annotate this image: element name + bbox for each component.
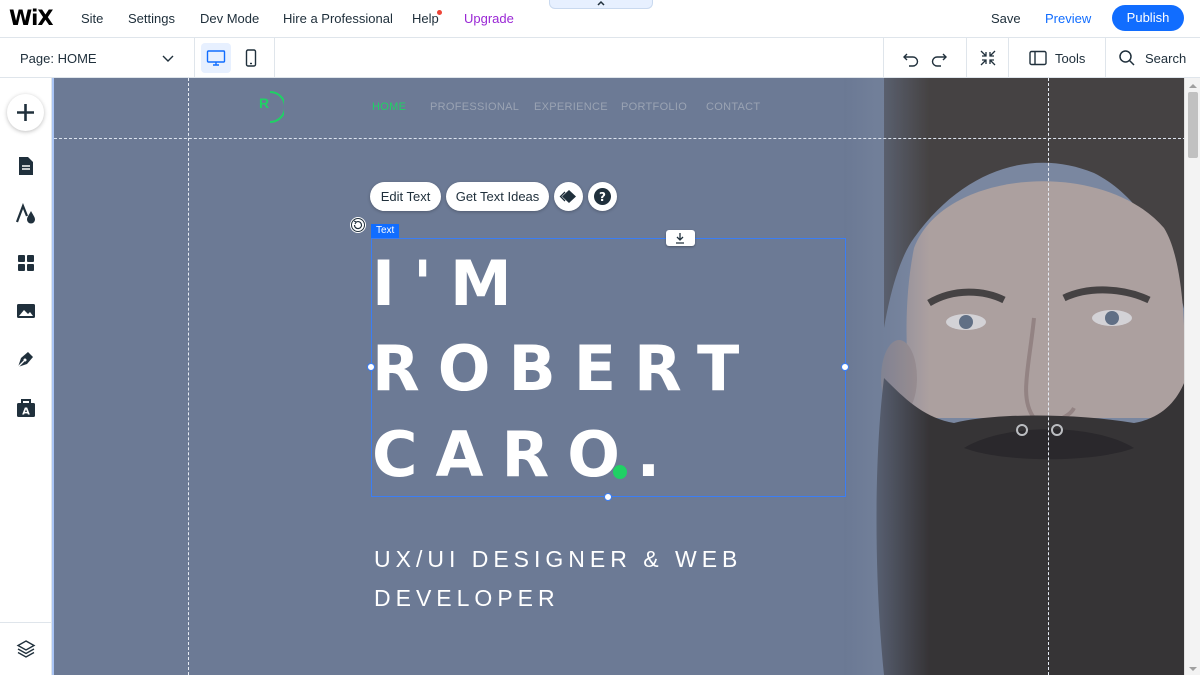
chevron-down-icon [162,55,174,62]
editor-toolbar: Page: HOME Tools Search [0,38,1200,78]
gridline-left [188,78,189,675]
desktop-view-button[interactable] [201,43,231,73]
site-nav-portfolio[interactable]: PORTFOLIO [621,101,687,113]
help-button[interactable]: ? [588,182,617,211]
site-nav-experience[interactable]: EXPERIENCE [534,101,608,113]
scroll-down-arrow-icon[interactable] [1185,663,1200,675]
mobile-icon [245,49,257,67]
zoom-out-icon[interactable] [978,48,998,68]
get-text-ideas-button[interactable]: Get Text Ideas [446,182,549,211]
menu-hire-professional[interactable]: Hire a Professional [283,11,393,26]
animation-icon [559,190,576,203]
publish-button[interactable]: Publish [1112,5,1184,31]
chevron-up-icon [597,0,605,6]
site-logo-letter: R [259,95,270,111]
design-icon[interactable] [15,203,37,225]
media-icon[interactable] [15,300,37,322]
toolbar-divider [1105,38,1106,78]
scroll-up-arrow-icon[interactable] [1185,80,1200,92]
rotate-handle[interactable] [350,217,366,233]
menu-help[interactable]: Help [412,11,439,26]
toolbar-divider [274,38,275,78]
svg-text:A: A [22,407,30,418]
rotate-icon [351,218,365,232]
undo-icon[interactable] [901,48,921,68]
portrait-photo[interactable] [844,78,1184,675]
resize-handle-bottom[interactable] [604,493,612,501]
help-icon: ? [594,188,611,205]
scrollbar-thumb[interactable] [1188,92,1198,158]
site-nav-contact[interactable]: CONTACT [706,101,760,113]
layers-icon[interactable] [15,638,37,660]
menu-settings[interactable]: Settings [128,11,175,26]
accent-dot [613,465,627,479]
add-icon [17,104,34,121]
editor-canvas[interactable]: R HOME PROFESSIONAL EXPERIENCE PORTFOLIO… [52,78,1184,675]
help-notification-dot [437,10,442,15]
wix-logo[interactable]: WiX [9,6,54,30]
menu-dev-mode[interactable]: Dev Mode [200,11,259,26]
animation-button[interactable] [554,182,583,211]
blog-icon[interactable] [15,348,37,370]
search-button[interactable]: Search [1145,51,1186,66]
toolbar-divider [1008,38,1009,78]
page-dropdown-label: Page: HOME [20,51,97,66]
tools-button[interactable]: Tools [1055,51,1085,66]
subtitle-line-2[interactable]: DEVELOPER [374,585,560,612]
top-bar: WiX Site Settings Dev Mode Hire a Profes… [0,0,1200,38]
redo-icon[interactable] [929,48,949,68]
selection-type-tag: Text [371,224,400,238]
collapse-topbar-tab[interactable] [549,0,653,9]
gridline-right [1048,78,1049,675]
business-icon[interactable]: A [15,397,37,419]
subtitle-line-1[interactable]: UX/UI DESIGNER & WEB [374,546,742,573]
save-button[interactable]: Save [991,11,1021,26]
download-arrow-icon [676,233,684,244]
headline-line-1[interactable]: I'M [372,253,530,315]
toolbar-divider [966,38,967,78]
pages-icon[interactable] [15,155,37,177]
left-sidebar: A [0,78,52,675]
menu-upgrade[interactable]: Upgrade [464,11,514,26]
header-guide-line [54,138,1184,139]
mobile-view-button[interactable] [236,43,266,73]
menu-site[interactable]: Site [81,11,103,26]
site-logo[interactable]: R [256,90,286,129]
svg-text:?: ? [599,190,606,204]
toolbar-divider [883,38,884,78]
tools-icon[interactable] [1028,48,1048,68]
search-icon[interactable] [1117,48,1137,68]
add-elements-button[interactable] [7,94,44,131]
stretch-button[interactable] [666,230,695,246]
sidebar-divider [0,622,52,623]
apps-icon[interactable] [15,252,37,274]
resize-handle-right[interactable] [841,363,849,371]
headline-line-3[interactable]: CARO. [372,424,678,486]
site-nav-home[interactable]: HOME [372,101,406,113]
edit-text-button[interactable]: Edit Text [370,182,441,211]
desktop-icon [206,50,226,66]
preview-button[interactable]: Preview [1045,11,1091,26]
canvas-scrollbar[interactable] [1184,78,1200,675]
site-nav-professional[interactable]: PROFESSIONAL [430,101,519,113]
headline-line-2[interactable]: ROBERT [372,338,757,400]
page-dropdown[interactable]: Page: HOME [0,38,195,78]
